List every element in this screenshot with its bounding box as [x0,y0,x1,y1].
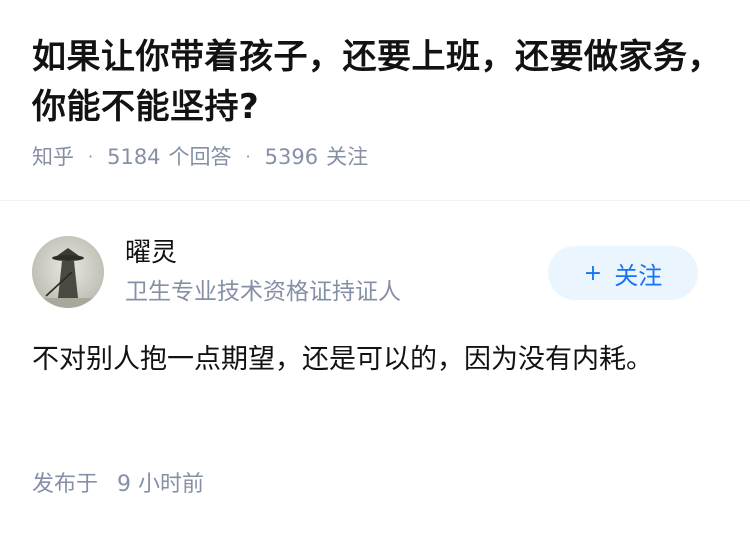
follow-button[interactable]: + 关注 [548,246,698,300]
follow-label: 关注 [614,261,663,290]
divider [0,200,750,201]
plus-icon: + [583,260,603,286]
answer-footer: 发布于 9 小时前 [32,468,204,502]
answers-count: 5184 [107,145,161,169]
published-label: 发布于 [32,472,99,497]
question-header: 如果让你带着孩子，还要上班，还要做家务，你能不能坚持? 知乎 · 5184 个回… [32,32,722,172]
avatar-icon[interactable] [32,236,104,308]
question-title[interactable]: 如果让你带着孩子，还要上班，还要做家务，你能不能坚持? [32,32,722,132]
source-label[interactable]: 知乎 [32,142,74,172]
meta-separator: · [245,147,251,166]
published-time: 9 小时前 [117,472,205,497]
answer-content: 不对别人抱一点期望，还是可以的，因为没有内耗。 [32,344,653,375]
answers-label[interactable]: 个回答 [169,142,232,172]
meta-separator: · [88,147,94,166]
author-card: 曜灵 卫生专业技术资格证持证人 + 关注 [32,234,718,314]
question-meta: 知乎 · 5184 个回答 · 5396 关注 [32,142,722,172]
followers-count: 5396 [264,145,319,169]
followers-label[interactable]: 关注 [326,142,368,172]
author-bio: 卫生专业技术资格证持证人 [125,279,401,305]
author-name[interactable]: 曜灵 [125,234,177,272]
